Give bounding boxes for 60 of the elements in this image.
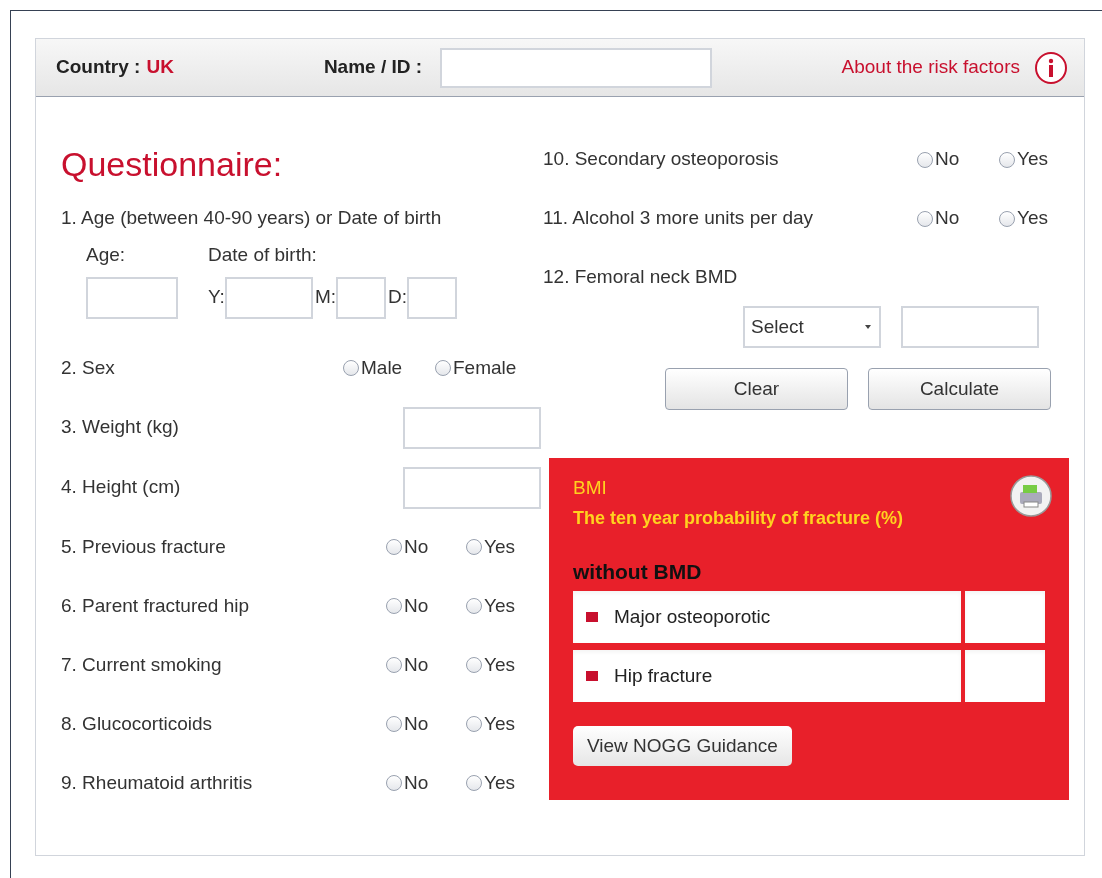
about-risk-factors-link[interactable]: About the risk factors <box>841 53 1020 82</box>
radio-option[interactable]: Yes <box>466 709 541 739</box>
question-label: 5. Previous fracture <box>61 534 227 559</box>
date-part-label: D: <box>388 285 407 310</box>
input-field[interactable] <box>440 47 713 88</box>
country-value: UK <box>146 55 174 80</box>
radio-option[interactable]: Yes <box>466 768 541 798</box>
radio-option[interactable]: No <box>386 768 466 798</box>
radio-option[interactable]: Yes <box>466 650 541 680</box>
question-label: 10. Secondary osteoporosis <box>543 147 780 172</box>
question-label: 9. Rheumatoid arthritis <box>61 770 254 795</box>
input-field[interactable] <box>336 276 386 319</box>
result-label: Major osteoporotic <box>614 604 771 629</box>
radio-option[interactable]: No <box>386 591 466 621</box>
results-title: BMI <box>573 476 607 500</box>
date-part-label: M: <box>314 285 336 310</box>
input-field[interactable] <box>86 276 178 319</box>
results-subtitle: The ten year probability of fracture (%) <box>573 506 904 530</box>
bullet-icon <box>586 671 598 681</box>
radio-option[interactable]: Male <box>343 353 435 383</box>
section-heading: without BMD <box>573 558 702 585</box>
radio-option[interactable]: Yes <box>999 204 1069 233</box>
bullet-icon <box>586 612 598 622</box>
result-label: Hip fracture <box>614 663 713 688</box>
select-dropdown[interactable]: Select <box>743 306 881 348</box>
country-label: Country : <box>56 55 141 80</box>
date-part-label: Y: <box>208 285 225 310</box>
printer-icon[interactable] <box>1009 474 1053 518</box>
question-label: 7. Current smoking <box>61 652 223 677</box>
radio-option[interactable]: Female <box>435 353 541 383</box>
info-icon[interactable] <box>1034 50 1068 85</box>
radio-option[interactable]: No <box>386 532 466 562</box>
question-label: 12. Femoral neck BMD <box>543 264 739 289</box>
question-label: 2. Sex <box>61 355 116 380</box>
questionnaire-heading: Questionnaire: <box>61 144 284 185</box>
radio-option[interactable]: No <box>917 204 999 233</box>
action-button[interactable]: Clear <box>665 368 848 410</box>
input-field[interactable] <box>403 406 541 449</box>
date-of-birth-label: Date of birth: <box>208 243 318 267</box>
input-field[interactable] <box>901 306 1039 348</box>
radio-option[interactable]: No <box>386 650 466 680</box>
question-label: 11. Alcohol 3 more units per day <box>543 206 815 231</box>
age-label: Age: <box>86 243 127 267</box>
input-field[interactable] <box>407 276 457 319</box>
radio-option[interactable]: Yes <box>999 145 1069 174</box>
question-label: 1. Age (between 40-90 years) or Date of birth <box>61 205 443 230</box>
nogg-guidance-button[interactable]: View NOGG Guidance <box>573 726 792 766</box>
radio-option[interactable]: No <box>917 145 999 174</box>
name-id-label: Name / ID : <box>323 55 423 80</box>
question-label: 8. Glucocorticoids <box>61 711 213 736</box>
input-field[interactable] <box>403 466 541 509</box>
radio-option[interactable]: No <box>386 709 466 739</box>
input-field[interactable] <box>224 276 313 319</box>
action-button[interactable]: Calculate <box>868 368 1051 410</box>
question-label: 6. Parent fractured hip <box>61 593 250 618</box>
radio-option[interactable]: Yes <box>466 532 541 562</box>
caret-icon <box>863 323 873 331</box>
question-label: 3. Weight (kg) <box>61 415 180 440</box>
radio-option[interactable]: Yes <box>466 591 541 621</box>
question-label: 4. Height (cm) <box>61 475 182 500</box>
